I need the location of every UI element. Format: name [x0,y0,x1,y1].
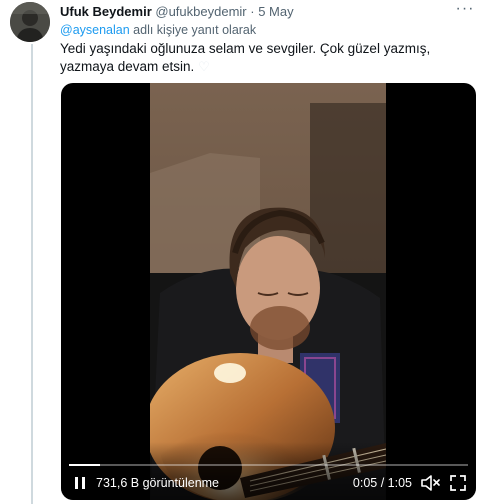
mute-button[interactable] [420,474,440,492]
video-thumbnail [150,83,386,500]
reply-context-label: adlı kişiye yanıt olarak [129,23,257,37]
thread-line [31,44,33,504]
author-name[interactable]: Ufuk Beydemir [60,4,152,19]
pause-button[interactable] [71,474,89,492]
video-progress-bar[interactable] [69,464,468,466]
time-separator: / [377,476,388,490]
tweet-header: Ufuk Beydemir @ufukbeydemir · 5 May [60,4,446,20]
volume-mute-icon [421,475,440,491]
tweet-text: Yedi yaşındaki oğlunuza selam ve sevgile… [60,40,452,76]
tweet-text-content: Yedi yaşındaki oğlunuza selam ve sevgile… [60,41,431,74]
reply-mention-link[interactable]: @aysenalan [60,23,130,37]
duration: 1:05 [387,476,412,490]
video-progress-fill [69,464,100,466]
avatar-image [10,2,50,42]
reply-context: @aysenalan adlı kişiye yanıt olarak [60,23,256,37]
avatar[interactable] [10,2,50,42]
tweet-date[interactable]: 5 May [258,4,293,19]
author-handle[interactable]: @ufukbeydemir [155,4,246,19]
view-count: 731,6 B görüntülenme [96,476,220,490]
pause-icon [75,477,85,489]
white-heart-icon: ♡ [198,59,210,74]
meta-separator: · [250,4,255,19]
video-player[interactable]: 731,6 B görüntülenme 0:05 / 1:05 [61,83,476,500]
fullscreen-button[interactable] [449,474,467,492]
fullscreen-icon [450,475,466,491]
current-time: 0:05 [352,476,378,490]
video-controls: 731,6 B görüntülenme 0:05 / 1:05 [61,442,476,500]
playback-time: 0:05 / 1:05 [353,476,412,490]
video-frame [150,83,386,500]
more-horizontal-icon: ··· [455,0,475,17]
more-options-button[interactable]: ··· [454,0,476,18]
